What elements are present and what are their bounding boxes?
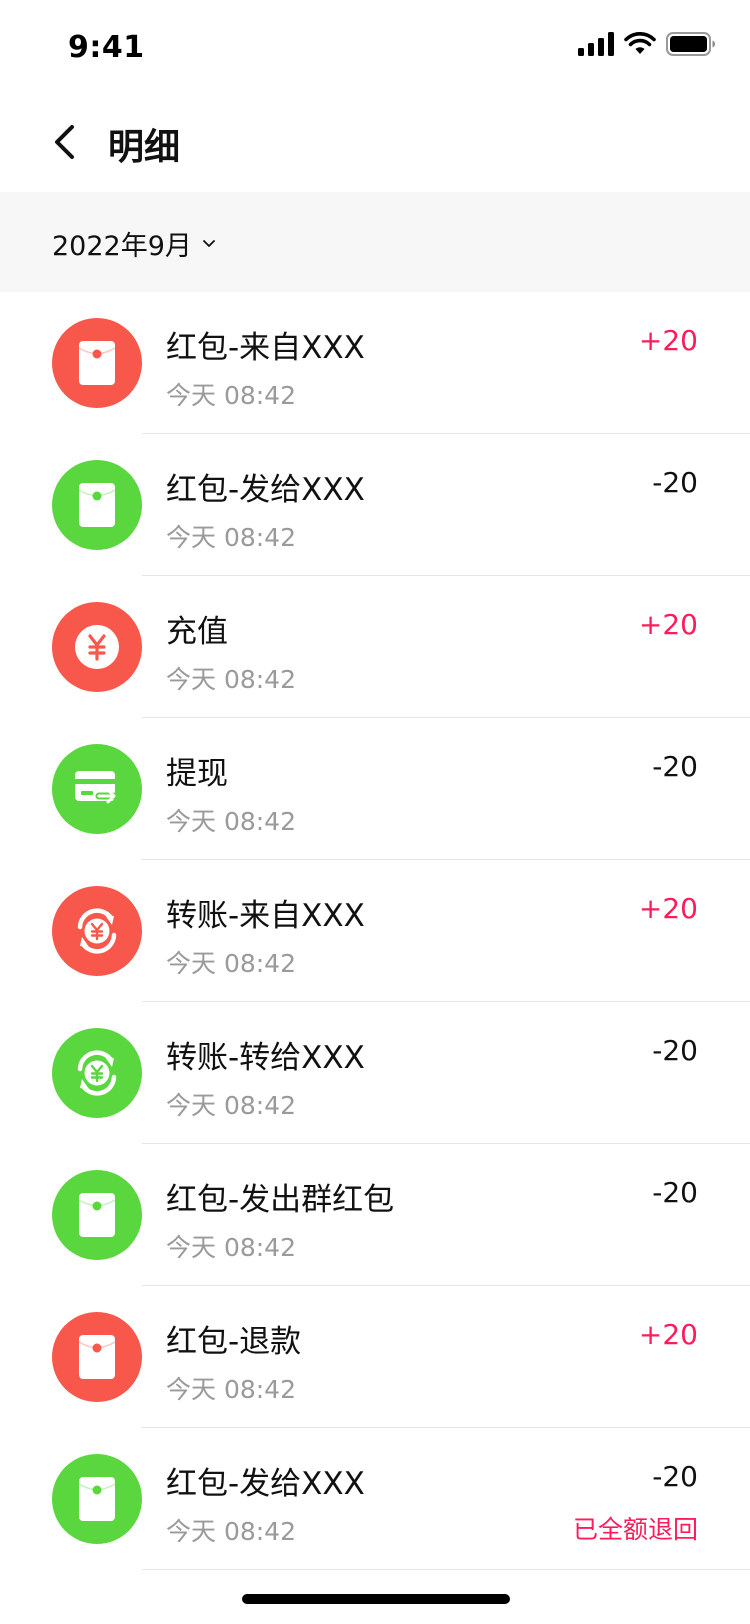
transaction-amount: -20 [652,1034,698,1067]
home-indicator [242,1594,510,1604]
wifi-icon [624,32,656,54]
withdraw-card-icon [52,744,142,834]
red-envelope-icon [52,318,142,408]
transaction-amount: -20 [652,1176,698,1209]
transaction-list: 红包-来自XXX 今天 08:42 +20 红包-发给XXX 今天 08:42 -20 充值… [0,292,750,1570]
divider [142,1569,750,1570]
transaction-time: 今天 08:42 [166,1091,296,1120]
transaction-time: 今天 08:42 [166,665,296,694]
transaction-amount: -20 [652,466,698,499]
transaction-row[interactable]: 红包-发出群红包今天 08:42 -20 [0,1144,750,1286]
transaction-title: 红包-退款 [166,1324,302,1360]
transaction-title: 红包-发给XXX [166,472,365,508]
transaction-row[interactable]: 红包-退款今天 08:42 +20 [0,1286,750,1428]
red-envelope-icon [52,1454,142,1544]
filter-bar: 2022年9月 [0,192,750,292]
chevron-down-icon [203,239,215,247]
transaction-time: 今天 08:42 [166,381,296,410]
cellular-signal-icon [578,32,614,56]
transaction-title: 转账-来自XXX [166,898,365,934]
transfer-yuan-icon [52,1028,142,1118]
transaction-time: 今天 08:42 [166,1375,296,1404]
transaction-title: 提现 [166,756,228,792]
transaction-row[interactable]: 红包-发给XXX 今天 08:42 -20 [0,434,750,576]
transaction-amount: +20 [638,1318,698,1351]
transaction-time: 今天 08:42 [166,949,296,978]
red-envelope-icon [52,1170,142,1260]
transaction-amount: +20 [638,324,698,357]
transaction-title: 红包-发出群红包 [166,1182,395,1218]
red-envelope-icon [52,1312,142,1402]
chevron-left-icon [55,125,74,159]
status-icons [578,32,716,56]
transaction-title: 转账-转给XXX [166,1040,365,1076]
transaction-title: 红包-来自XXX [166,330,365,366]
transaction-amount: -20 [652,750,698,783]
transaction-row[interactable]: 提现今天 08:42 -20 [0,718,750,860]
transaction-row[interactable]: 充值今天 08:42 +20 [0,576,750,718]
status-time: 9:41 [68,30,145,65]
transaction-amount: +20 [638,608,698,641]
status-bar: 9:41 [0,0,750,92]
transaction-row[interactable]: 红包-发给XXX 今天 08:42 -20 已全额退回 [0,1428,750,1570]
transaction-title: 充值 [166,614,228,650]
refund-status: 已全额退回 [572,1515,698,1544]
battery-icon [666,32,715,56]
transaction-time: 今天 08:42 [166,807,296,836]
transaction-row[interactable]: 转账-来自XXX 今天 08:42 +20 [0,860,750,1002]
transaction-title: 红包-发给XXX [166,1466,365,1502]
red-envelope-icon [52,460,142,550]
transfer-yuan-icon [52,886,142,976]
page-title: 明细 [108,127,181,168]
yuan-coin-icon [52,602,142,692]
transaction-time: 今天 08:42 [166,1233,296,1262]
transaction-amount: -20 [652,1460,698,1493]
month-picker[interactable]: 2022年9月 [52,224,216,263]
transaction-row[interactable]: 红包-来自XXX 今天 08:42 +20 [0,292,750,434]
transaction-time: 今天 08:42 [166,1517,296,1546]
nav-bar: 明细 [0,92,750,192]
transaction-amount: +20 [638,892,698,925]
transaction-row[interactable]: 转账-转给XXX 今天 08:42 -20 [0,1002,750,1144]
back-button[interactable] [40,112,88,172]
transaction-time: 今天 08:42 [166,523,296,552]
month-label: 2022年9月 [52,231,192,262]
